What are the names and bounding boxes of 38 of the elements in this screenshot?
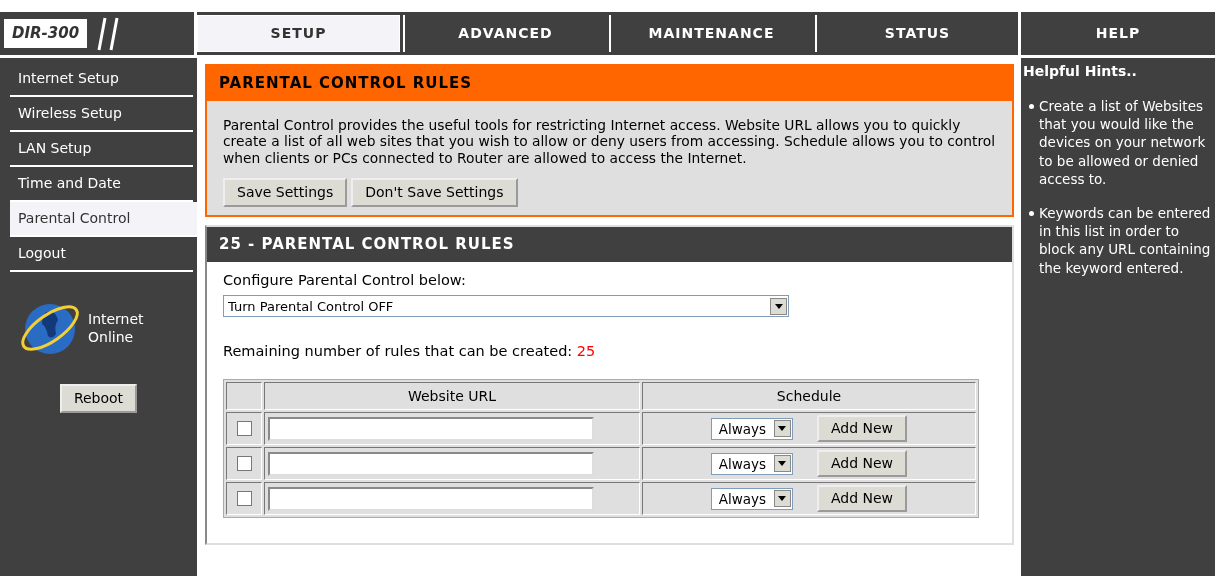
sidebar-item[interactable]: LAN Setup xyxy=(10,132,193,167)
add-new-button[interactable]: Add New xyxy=(816,415,908,443)
nav-tab[interactable]: HELP xyxy=(1018,12,1215,55)
schedule-dropdown[interactable]: Always xyxy=(710,417,793,440)
sidebar-item[interactable]: Internet Setup xyxy=(10,62,193,97)
section-title: 25 - PARENTAL CONTROL RULES xyxy=(207,227,1012,262)
sidebar-item[interactable]: Logout xyxy=(10,237,193,272)
configure-dropdown[interactable]: Turn Parental Control OFF xyxy=(223,295,789,318)
internet-status-text: Internet Online xyxy=(88,309,145,347)
remaining-label: Remaining number of rules that can be created: xyxy=(223,343,573,360)
schedule-dropdown[interactable]: Always xyxy=(710,452,793,475)
nav-tab[interactable]: SETUP xyxy=(197,15,400,52)
column-header: Schedule xyxy=(642,382,976,411)
add-new-button[interactable]: Add New xyxy=(816,485,908,513)
hint-text: Keywords can be entered in this list in order to block any URL containing the keyword entered. xyxy=(1039,204,1212,277)
schedule-dropdown[interactable]: Always xyxy=(710,487,793,510)
intro-paragraph: Parental Control provides the useful tools for restricting Internet access. Website URL allows you to quickly create a list of all web sites that you wish to allow or deny users from accessing. Schedule allows you to control when clients or PCs connected to Router are allowed to access the Internet. xyxy=(222,115,997,168)
sidebar-item[interactable]: Parental Control xyxy=(10,202,197,237)
logo: DIR-300 xyxy=(4,19,88,48)
row-checkbox[interactable] xyxy=(236,456,252,472)
sidebar-item[interactable]: Wireless Setup xyxy=(10,97,193,132)
section-title: PARENTAL CONTROL RULES xyxy=(207,66,1012,101)
reboot-button[interactable]: Reboot xyxy=(59,384,138,413)
save-button[interactable]: Save Settings xyxy=(223,178,348,208)
column-header: Website URL xyxy=(264,382,640,411)
url-input-field[interactable] xyxy=(268,486,594,511)
configure-label: Configure Parental Control below: xyxy=(223,270,467,290)
cancel-button[interactable]: Don't Save Settings xyxy=(351,178,518,208)
bullet-icon xyxy=(1029,211,1034,216)
row-checkbox[interactable] xyxy=(236,421,252,437)
hint-text: Create a list of Websites that you would like the devices on your network to be allowed or denied access to. xyxy=(1039,96,1207,188)
hints-title: Helpful Hints.. xyxy=(1023,62,1138,81)
url-input-field[interactable] xyxy=(268,451,594,476)
add-new-button[interactable]: Add New xyxy=(816,450,908,478)
bullet-icon xyxy=(1029,103,1034,109)
row-checkbox[interactable] xyxy=(236,491,252,507)
remaining-count: 25 xyxy=(576,343,596,360)
url-input-field[interactable] xyxy=(268,416,594,441)
